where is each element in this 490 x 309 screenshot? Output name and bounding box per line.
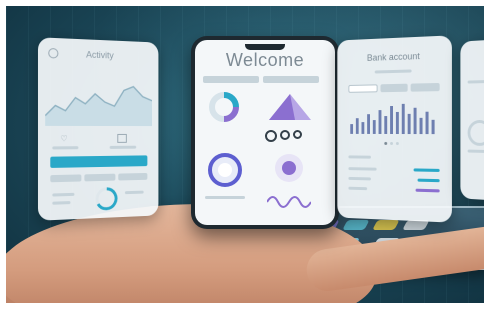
segment-tab[interactable] — [263, 76, 319, 83]
wave-chart-icon — [267, 196, 311, 208]
row-label — [348, 176, 371, 181]
balance-label — [348, 155, 371, 159]
period-tabs — [348, 82, 440, 93]
dot — [280, 130, 290, 140]
row-value — [415, 188, 440, 193]
app-tile — [372, 220, 400, 230]
activity-area-chart — [45, 75, 152, 127]
heart-icon: ♡ — [60, 134, 68, 144]
welcome-phone: Welcome — [191, 36, 339, 229]
area-series — [45, 84, 152, 127]
row-label — [348, 186, 368, 191]
bank-bar-chart — [350, 103, 435, 135]
balance-row — [348, 167, 440, 172]
row-value — [413, 168, 440, 172]
subtitle-text — [374, 69, 412, 74]
primary-button[interactable] — [50, 155, 148, 168]
bar-mark — [355, 118, 359, 134]
slider-track[interactable] — [205, 196, 245, 199]
segment-tabs — [203, 76, 319, 83]
calendar-icon — [117, 133, 127, 143]
bar-mark — [361, 122, 365, 134]
welcome-title: Welcome — [225, 50, 305, 70]
row-label — [348, 167, 377, 171]
activity-card: Activity ♡ — [37, 37, 159, 221]
period-tab[interactable] — [410, 82, 440, 92]
donut-chart-icon — [209, 92, 239, 122]
radial-chart-icon — [275, 154, 303, 182]
page-dot[interactable] — [390, 141, 393, 145]
donut-segment — [223, 92, 239, 108]
dot — [265, 130, 277, 142]
gauge-icon — [208, 153, 242, 187]
bar-mark — [395, 111, 399, 135]
period-tab[interactable] — [348, 84, 378, 93]
bar-mark — [431, 119, 435, 135]
menu-icon — [48, 47, 59, 59]
progress-ring — [95, 187, 119, 211]
partial-card-text — [467, 79, 484, 84]
bar-mark — [372, 120, 376, 134]
bank-account-title: Bank account — [366, 50, 420, 63]
donut-segment — [223, 106, 239, 122]
stat-text — [52, 201, 71, 205]
bar-mark — [425, 111, 429, 135]
tab[interactable] — [117, 172, 148, 181]
dot-row — [265, 130, 302, 142]
bar-mark — [413, 107, 417, 135]
phone-notch — [245, 44, 285, 50]
page-dot[interactable] — [395, 142, 399, 146]
triangle-chart-icon — [269, 94, 311, 120]
period-tab[interactable] — [380, 83, 408, 93]
partial-card-circle — [467, 120, 484, 147]
stat-text — [124, 190, 144, 195]
bar-mark — [378, 110, 382, 134]
segment-tab[interactable] — [203, 76, 259, 83]
partial-card — [460, 38, 484, 202]
welcome-screen: Welcome — [195, 40, 335, 225]
balance-row — [348, 176, 440, 183]
balance-row — [348, 186, 440, 193]
tab-row — [50, 172, 148, 183]
bar-mark — [350, 124, 354, 134]
partial-card-text — [467, 149, 484, 154]
bar-mark — [384, 116, 388, 134]
tab[interactable] — [84, 173, 116, 182]
stat-text — [52, 192, 75, 197]
wave-line — [267, 196, 311, 208]
app-tile — [342, 220, 370, 230]
row-value — [417, 178, 440, 183]
bar-mark — [401, 103, 405, 135]
stat-text — [109, 145, 137, 149]
page-dot[interactable] — [384, 141, 388, 145]
balance-rows — [348, 167, 440, 193]
bar-mark — [390, 106, 393, 135]
pagination-dots — [384, 141, 399, 146]
bar-mark — [419, 117, 423, 135]
tab[interactable] — [50, 174, 82, 183]
dot — [293, 130, 302, 139]
stat-text — [52, 146, 79, 150]
bar-mark — [407, 113, 411, 135]
bar-mark — [367, 114, 370, 134]
scene: Activity ♡ Welcome Bank account — [6, 6, 484, 303]
bank-account-card: Bank account — [337, 35, 452, 223]
